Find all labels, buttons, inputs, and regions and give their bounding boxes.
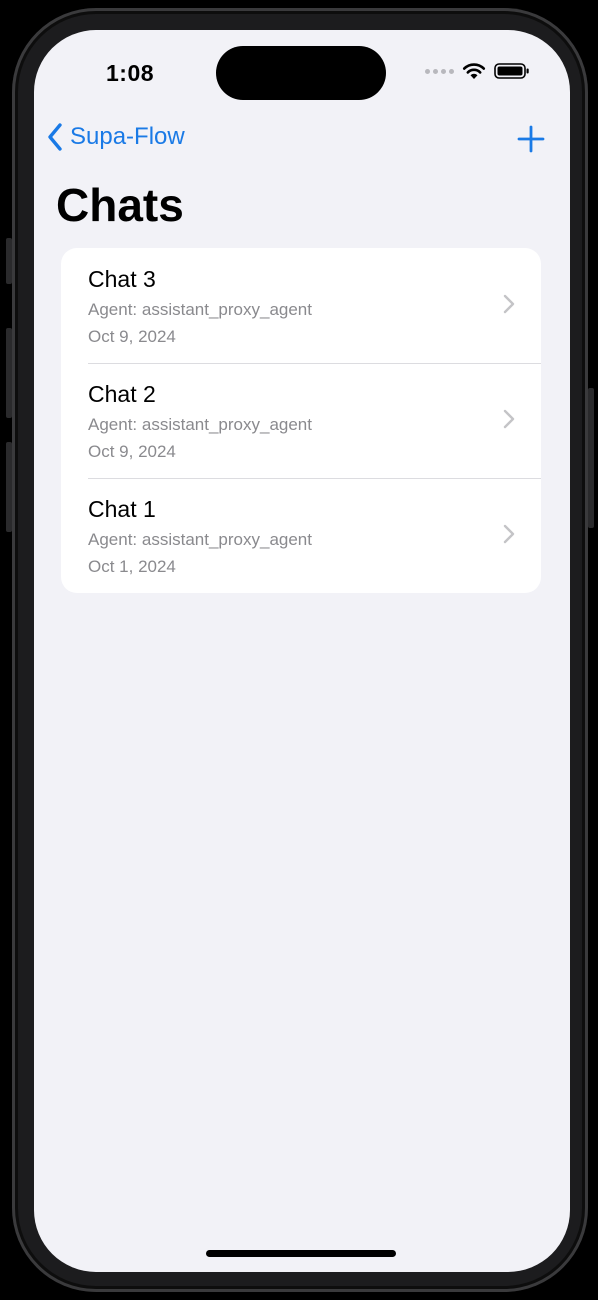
- back-button-label: Supa-Flow: [70, 123, 185, 150]
- screen: 1:08 Supa-Flow Chats Chat 3 Agent: assis…: [34, 30, 570, 1272]
- cellular-signal-icon: [425, 68, 454, 74]
- chevron-right-icon: [503, 524, 515, 544]
- action-button: [6, 238, 12, 284]
- chat-title: Chat 2: [88, 381, 156, 407]
- chevron-right-icon: [503, 409, 515, 429]
- chevron-left-icon: [48, 123, 62, 151]
- device-canvas: 1:08 Supa-Flow Chats Chat 3 Agent: assis…: [0, 0, 598, 1300]
- chat-row[interactable]: Chat 3 Agent: assistant_proxy_agent Oct …: [61, 248, 541, 363]
- chat-title: Chat 3: [88, 266, 156, 292]
- chat-row[interactable]: Chat 1 Agent: assistant_proxy_agent Oct …: [61, 478, 541, 593]
- volume-down-button: [6, 442, 12, 532]
- home-indicator[interactable]: [206, 1250, 396, 1257]
- chat-title: Chat 1: [88, 496, 156, 522]
- chat-row[interactable]: Chat 2 Agent: assistant_proxy_agent Oct …: [61, 363, 541, 478]
- chat-agent: Agent: assistant_proxy_agent: [88, 415, 312, 434]
- dynamic-island: [216, 46, 386, 100]
- chevron-right-icon: [503, 294, 515, 314]
- page-title: Chats: [56, 179, 184, 231]
- chat-date: Oct 9, 2024: [88, 442, 176, 461]
- back-button[interactable]: Supa-Flow: [46, 122, 185, 152]
- chat-agent: Agent: assistant_proxy_agent: [88, 300, 312, 319]
- battery-icon: [494, 63, 529, 79]
- chat-list: Chat 3 Agent: assistant_proxy_agent Oct …: [61, 248, 541, 593]
- chat-date: Oct 1, 2024: [88, 557, 176, 576]
- wifi-icon: [462, 63, 486, 79]
- power-button: [588, 388, 594, 528]
- volume-up-button: [6, 328, 12, 418]
- add-chat-button[interactable]: [516, 124, 546, 154]
- status-time: 1:08: [106, 60, 155, 86]
- chat-agent: Agent: assistant_proxy_agent: [88, 530, 312, 549]
- status-icons: [425, 62, 530, 80]
- chat-date: Oct 9, 2024: [88, 327, 176, 346]
- plus-icon: [517, 125, 545, 153]
